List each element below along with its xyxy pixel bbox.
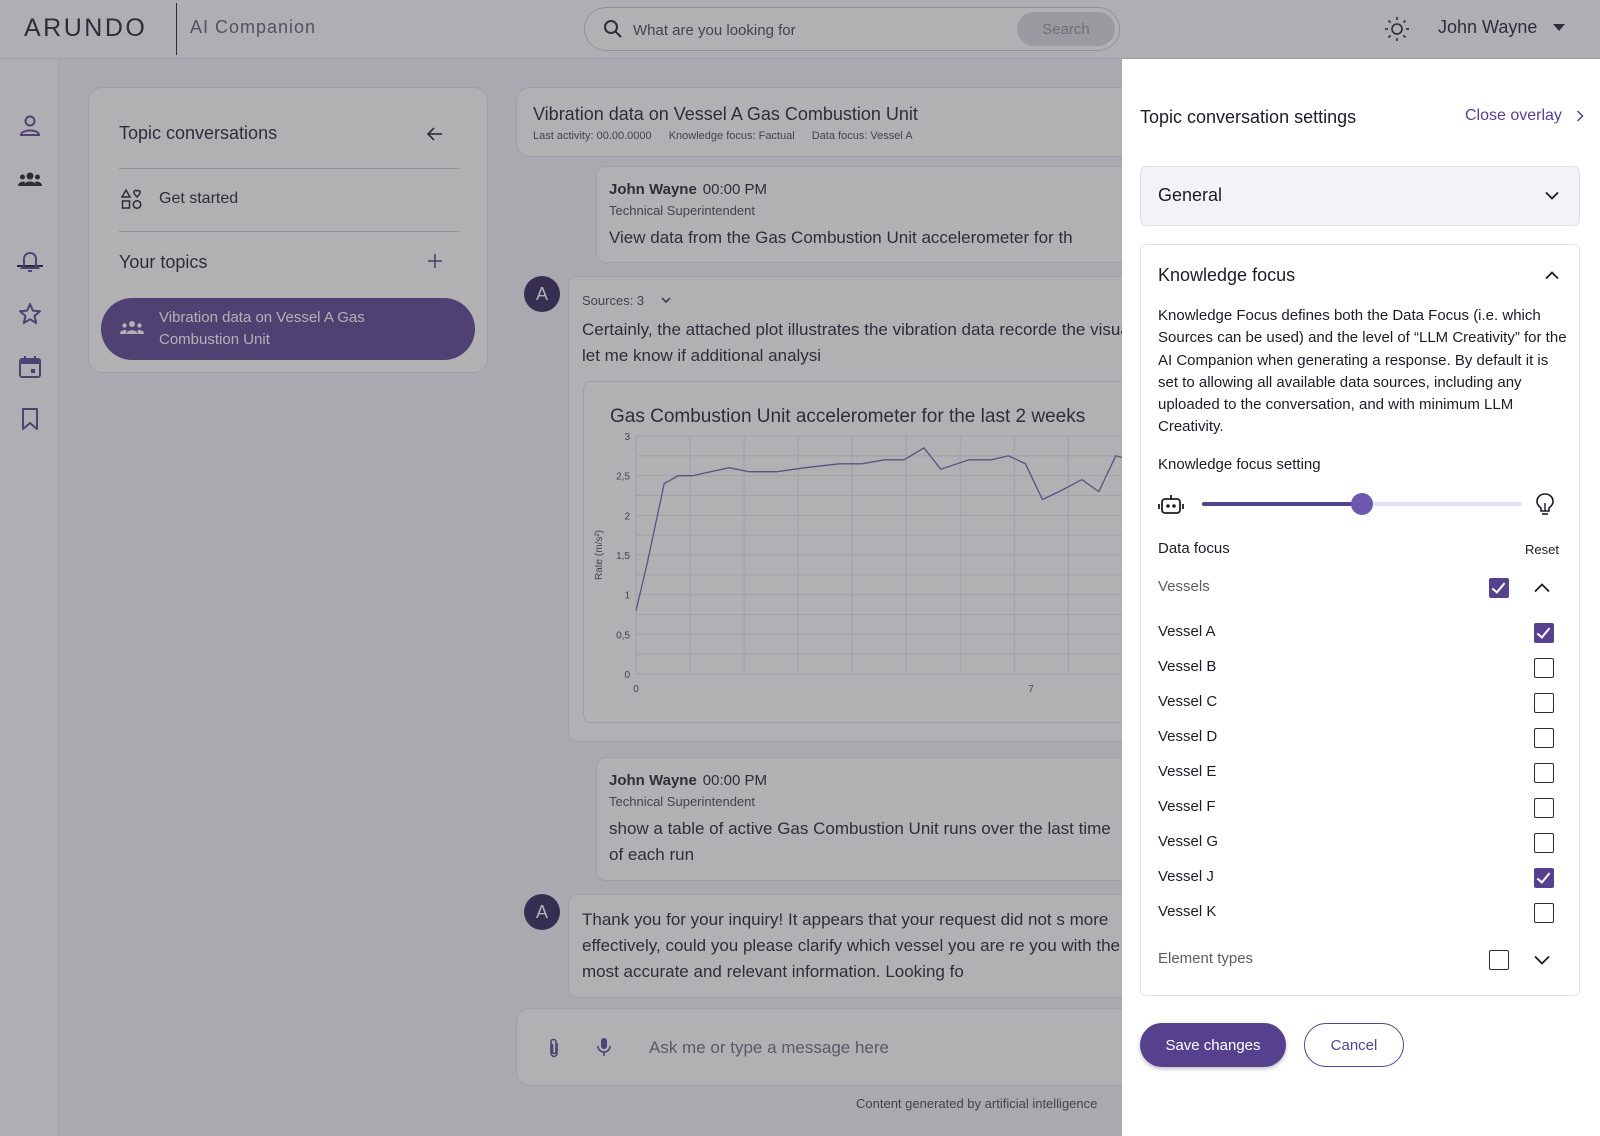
data-group-vessels: Vessels	[1141, 568, 1579, 608]
settings-overlay: Topic conversation settings Close overla…	[1122, 59, 1600, 1136]
vessel-checkbox[interactable]	[1534, 868, 1554, 888]
chevron-up-icon[interactable]	[1545, 271, 1559, 280]
close-overlay-link[interactable]: Close overlay	[1465, 107, 1562, 125]
vessel-label: Vessel B	[1158, 658, 1217, 675]
vessel-row: Vessel E	[1141, 756, 1579, 790]
vessel-label: Vessel A	[1158, 623, 1216, 640]
vessel-row: Vessel A	[1141, 616, 1579, 650]
vessels-group-checkbox[interactable]	[1489, 578, 1509, 598]
chevron-up-icon[interactable]	[1534, 583, 1550, 593]
vessel-label: Vessel E	[1158, 763, 1217, 780]
vessel-row: Vessel B	[1141, 651, 1579, 685]
knowledge-focus-setting-label: Knowledge focus setting	[1158, 456, 1321, 473]
vessel-checkbox[interactable]	[1534, 798, 1554, 818]
data-group-label: Element types	[1158, 950, 1254, 967]
lightbulb-icon	[1536, 493, 1554, 515]
overlay-title: Topic conversation settings	[1140, 107, 1357, 127]
data-focus-label: Data focus	[1158, 540, 1230, 557]
vessel-row: Vessel F	[1141, 791, 1579, 825]
slider-thumb[interactable]	[1351, 493, 1373, 515]
accordion-general[interactable]: General	[1140, 166, 1580, 226]
vessel-row: Vessel C	[1141, 686, 1579, 720]
vessel-label: Vessel D	[1158, 728, 1218, 745]
knowledge-focus-slider[interactable]	[1202, 493, 1522, 515]
knowledge-focus-description: Knowledge Focus defines both the Data Fo…	[1158, 307, 1567, 436]
vessel-row: Vessel K	[1141, 896, 1579, 930]
cancel-button[interactable]: Cancel	[1304, 1023, 1404, 1067]
vessel-checkbox[interactable]	[1534, 728, 1554, 748]
vessel-label: Vessel G	[1158, 833, 1219, 850]
accordion-general-label: General	[1158, 185, 1223, 205]
robot-icon	[1158, 495, 1184, 514]
vessel-checkbox[interactable]	[1534, 903, 1554, 923]
data-group-label: Vessels	[1158, 578, 1210, 595]
chevron-down-icon	[1545, 191, 1559, 200]
data-group-element-types: Element types	[1141, 940, 1579, 980]
reset-button[interactable]: Reset	[1525, 542, 1559, 557]
slider-fill	[1202, 502, 1362, 506]
chevron-right-icon[interactable]	[1576, 110, 1584, 122]
vessel-checkbox[interactable]	[1534, 693, 1554, 713]
vessel-checkbox[interactable]	[1534, 763, 1554, 783]
save-changes-button[interactable]: Save changes	[1140, 1023, 1286, 1067]
vessel-row: Vessel D	[1141, 721, 1579, 755]
vessel-checkbox[interactable]	[1534, 623, 1554, 643]
vessel-label: Vessel C	[1158, 693, 1218, 710]
vessel-label: Vessel F	[1158, 798, 1216, 815]
vessel-row: Vessel G	[1141, 826, 1579, 860]
vessel-row: Vessel J	[1141, 861, 1579, 895]
vessel-label: Vessel K	[1158, 903, 1217, 920]
accordion-knowledge-focus: Knowledge focus Knowledge Focus defines …	[1140, 244, 1580, 996]
vessel-checkbox[interactable]	[1534, 833, 1554, 853]
vessel-checkbox[interactable]	[1534, 658, 1554, 678]
chevron-down-icon[interactable]	[1534, 955, 1550, 965]
element-types-group-checkbox[interactable]	[1489, 950, 1509, 970]
knowledge-focus-title[interactable]: Knowledge focus	[1158, 265, 1295, 286]
vessel-label: Vessel J	[1158, 868, 1214, 885]
